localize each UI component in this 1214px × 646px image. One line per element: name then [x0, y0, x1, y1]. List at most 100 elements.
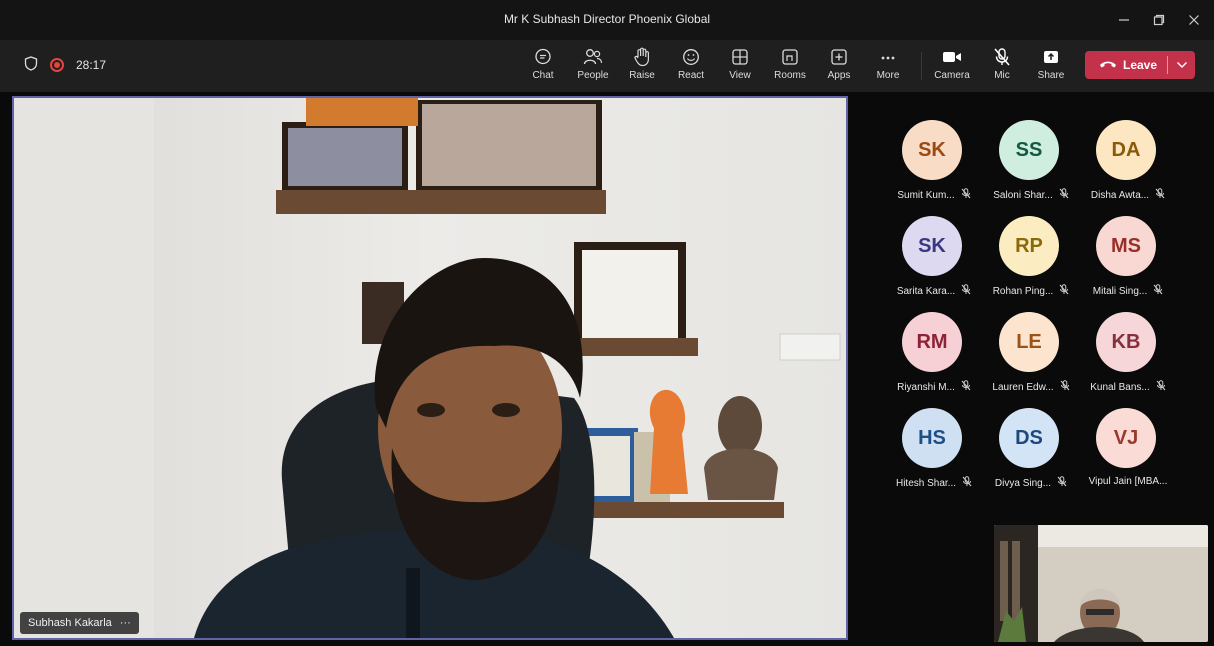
camera-label: Camera	[934, 70, 970, 81]
participant-avatar: DS	[999, 408, 1059, 468]
shield-icon[interactable]	[24, 56, 38, 74]
chat-icon	[534, 46, 552, 68]
mic-off-icon	[1153, 284, 1163, 298]
people-label: People	[577, 70, 609, 81]
recording-icon	[50, 58, 64, 72]
mic-off-icon	[961, 380, 971, 394]
mic-off-icon	[1059, 188, 1069, 202]
leave-label: Leave	[1123, 58, 1158, 72]
minimize-icon[interactable]	[1110, 8, 1138, 32]
participant-name: Hitesh Shar...	[895, 477, 957, 489]
participant-name-row: Kunal Bans...	[1078, 380, 1178, 394]
people-button[interactable]: People	[576, 46, 610, 88]
participant-name-row: Divya Sing...	[981, 476, 1081, 490]
participant-avatar: DA	[1096, 120, 1156, 180]
participant-avatar: SK	[902, 120, 962, 180]
participant-name: Sumit Kum...	[897, 189, 955, 201]
camera-button[interactable]: Camera	[934, 46, 970, 88]
participant-name-row: Riyanshi M...	[884, 380, 984, 394]
rooms-label: Rooms	[774, 70, 806, 81]
participant-name-row: Lauren Edw...	[981, 380, 1081, 394]
meeting-info: 28:17	[24, 56, 106, 74]
toolbar-separator	[921, 52, 922, 80]
participant-avatar: MS	[1096, 216, 1156, 276]
more-options-icon[interactable]: ···	[120, 617, 131, 629]
apps-button[interactable]: Apps	[826, 46, 852, 88]
leave-main[interactable]: Leave	[1085, 51, 1167, 79]
participant-name: Lauren Edw...	[992, 381, 1054, 393]
participant-tile[interactable]: SK Sumit Kum...	[884, 110, 984, 202]
mic-off-icon	[961, 284, 971, 298]
participant-name-row: Sarita Kara...	[884, 284, 984, 298]
participant-tile[interactable]: SS Saloni Shar...	[981, 110, 1081, 202]
share-button[interactable]: Share	[1037, 46, 1065, 88]
participant-name: Saloni Shar...	[993, 189, 1053, 201]
view-button[interactable]: View	[727, 46, 753, 88]
participant-name: Sarita Kara...	[896, 285, 956, 297]
participant-tile[interactable]: RP Rohan Ping...	[981, 206, 1081, 298]
rooms-icon	[781, 46, 799, 68]
speaker-video-image	[14, 98, 846, 638]
apps-icon	[830, 46, 848, 68]
participant-avatar: HS	[902, 408, 962, 468]
participant-name: Kunal Bans...	[1090, 381, 1150, 393]
speaker-name: Subhash Kakarla	[28, 617, 112, 629]
share-label: Share	[1037, 70, 1065, 81]
participant-tile[interactable]: RM Riyanshi M...	[884, 302, 984, 394]
share-icon	[1042, 46, 1060, 68]
rooms-button[interactable]: Rooms	[774, 46, 806, 88]
mic-button[interactable]: Mic	[990, 46, 1014, 88]
mic-off-icon	[961, 188, 971, 202]
raise-hand-icon	[633, 46, 651, 68]
window-title: Mr K Subhash Director Phoenix Global	[503, 12, 711, 26]
react-button[interactable]: React	[677, 46, 705, 88]
view-icon	[731, 46, 749, 68]
participant-name-row: Mitali Sing...	[1078, 284, 1178, 298]
participant-avatar: LE	[999, 312, 1059, 372]
mic-off-icon	[1059, 284, 1069, 298]
participant-name-row: Vipul Jain [MBA...	[1078, 476, 1178, 487]
mic-off-icon	[1156, 380, 1166, 394]
participant-tile[interactable]: VJ Vipul Jain [MBA...	[1078, 398, 1178, 488]
participant-name: Divya Sing...	[994, 477, 1052, 489]
participant-tile[interactable]: DA Disha Awta...	[1078, 110, 1178, 202]
close-icon[interactable]	[1180, 8, 1208, 32]
participant-name: Rohan Ping...	[992, 285, 1054, 297]
chat-label: Chat	[532, 70, 554, 81]
more-label: More	[876, 70, 900, 81]
mic-off-icon	[962, 476, 972, 490]
apps-label: Apps	[827, 70, 851, 81]
participant-tile[interactable]: HS Hitesh Shar...	[884, 398, 984, 490]
participant-tile[interactable]: LE Lauren Edw...	[981, 302, 1081, 394]
participant-tile[interactable]: DS Divya Sing...	[981, 398, 1081, 490]
speaker-name-tag[interactable]: Subhash Kakarla ···	[20, 612, 139, 634]
participant-name-row: Disha Awta...	[1078, 188, 1178, 202]
main-video-feed[interactable]: Subhash Kakarla ···	[12, 96, 848, 640]
participant-name: Vipul Jain [MBA...	[1088, 476, 1168, 487]
react-icon	[682, 46, 700, 68]
chat-button[interactable]: Chat	[530, 46, 556, 88]
leave-button[interactable]: Leave	[1085, 51, 1195, 79]
mic-label: Mic	[994, 70, 1010, 81]
participant-avatar: KB	[1096, 312, 1156, 372]
chevron-down-icon[interactable]	[1168, 61, 1195, 69]
mic-off-icon	[1060, 380, 1070, 394]
participant-name: Disha Awta...	[1090, 189, 1150, 201]
participant-tile[interactable]: MS Mitali Sing...	[1078, 206, 1178, 298]
phone-hangup-icon	[1099, 58, 1117, 72]
more-icon	[879, 46, 897, 68]
participant-name: Riyanshi M...	[897, 381, 955, 393]
raise-hand-button[interactable]: Raise	[628, 46, 656, 88]
meeting-timer: 28:17	[76, 58, 107, 72]
title-bar: Mr K Subhash Director Phoenix Global	[0, 0, 1214, 40]
self-view-video[interactable]	[994, 525, 1208, 642]
more-button[interactable]: More	[874, 46, 902, 88]
participant-avatar: RP	[999, 216, 1059, 276]
restore-icon[interactable]	[1145, 8, 1173, 32]
participant-tile[interactable]: SK Sarita Kara...	[884, 206, 984, 298]
raise-label: Raise	[629, 70, 655, 81]
react-label: React	[677, 70, 705, 81]
camera-icon	[942, 46, 962, 68]
participant-tile[interactable]: KB Kunal Bans...	[1078, 302, 1178, 394]
mic-off-icon	[1155, 188, 1165, 202]
